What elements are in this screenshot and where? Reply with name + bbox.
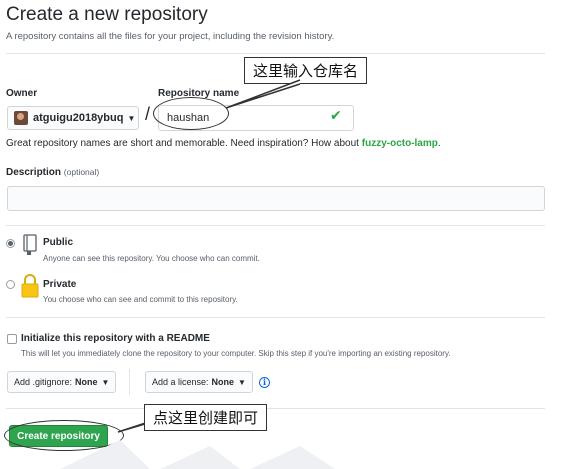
watermark [60, 440, 335, 469]
